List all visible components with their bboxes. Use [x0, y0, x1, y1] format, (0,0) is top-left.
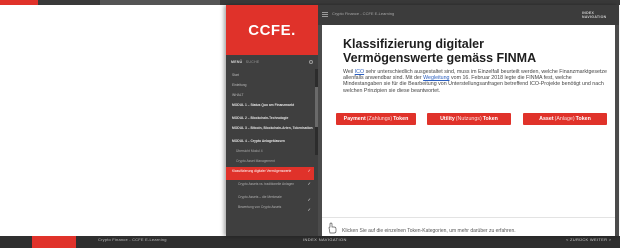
ico-link[interactable]: ICO — [355, 69, 364, 75]
page-title: Klassifizierung digitaler Vermögenswerte… — [343, 37, 537, 65]
background-index-navigation[interactable]: INDEX NAVIGATION — [303, 237, 347, 242]
payment-token-button[interactable]: Payment (Zahlungs) Token — [336, 113, 416, 125]
instruction-hint: Klicken Sie auf die einzelnen Token-Kate… — [342, 228, 516, 234]
background-prev-next[interactable]: < ZURÜCK WEITER > — [566, 237, 611, 242]
sidebar-item[interactable]: Einleitung — [226, 81, 314, 90]
sidebar-item[interactable]: MODUL 4 – Crypto Anlageklassen — [226, 137, 314, 146]
sidebar-item-label: Bewertung von Crypto Assets — [238, 205, 282, 209]
wegleitung-link[interactable]: Wegleitung — [423, 75, 449, 81]
sidebar-item[interactable]: Klassifizierung digitaler Vermögenswerte… — [226, 167, 314, 180]
sidebar-item-label: Crypto Assets vs. traditionelle Anlagen — [238, 182, 295, 186]
sidebar-item-label: Crypto Asset Management — [236, 159, 275, 163]
sidebar-menu-row: MENÜ SUCHE — [226, 57, 318, 67]
course-window: CCFE. Crypto Finance - CCFE E-Learning I… — [226, 5, 619, 236]
sidebar-item-label: Einleitung — [232, 83, 247, 87]
sidebar-item-label: Klassifizierung digitaler Vermögenswerte — [232, 169, 292, 173]
index-navigation-link[interactable]: INDEX NAVIGATION — [582, 11, 619, 19]
sidebar-item-label: INHALT — [232, 93, 244, 97]
sidebar-item[interactable]: Crypto Asset Management — [226, 157, 314, 166]
sidebar-item-label: MODUL 4 – Crypto Anlageklassen — [232, 139, 285, 143]
token-button-row: Payment (Zahlungs) Token Utility (Nutzun… — [336, 113, 607, 125]
check-icon: ✓ — [307, 197, 311, 202]
main-content: Klassifizierung digitaler Vermögenswerte… — [322, 25, 615, 236]
sidebar-item-label: Übersicht Modul 4 — [236, 149, 263, 153]
sidebar-item[interactable]: Crypto Assets vs. traditionelle Anlagen ✓ — [226, 180, 314, 193]
sidebar-item[interactable]: MODUL 3 – Bitcoin, Blockchain-Arten, Tok… — [226, 124, 314, 137]
sidebar-item-label: MODUL 3 – Bitcoin, Blockchain-Arten, Tok… — [232, 126, 313, 130]
sidebar-item[interactable]: Crypto Assets – die Merkmale ✓ — [226, 193, 314, 202]
background-logo — [32, 236, 76, 248]
sidebar-item-label: Crypto Assets – die Merkmale — [238, 195, 282, 199]
sidebar-item-label: Start — [232, 73, 239, 77]
utility-token-button[interactable]: Utility (Nutzungs) Token — [427, 113, 511, 125]
screen: Crypto Finance - CCFE E-Learning INDEX N… — [0, 0, 620, 248]
search-icon[interactable] — [309, 60, 313, 64]
background-course-title: Crypto Finance - CCFE E-Learning — [98, 237, 167, 242]
menu-label[interactable]: MENÜ SUCHE — [231, 60, 260, 64]
sidebar-item[interactable]: MODUL 2 – Blockchain-Technologie — [226, 114, 314, 123]
intro-paragraph: Weil ICO sehr unterschiedlich ausgestalt… — [343, 69, 607, 94]
sidebar-item[interactable]: Start — [226, 71, 314, 80]
sidebar-item[interactable]: MODUL 1 – Status Quo am Finanzmarkt — [226, 101, 314, 114]
course-title: Crypto Finance - CCFE E-Learning — [332, 11, 395, 16]
divider — [322, 217, 615, 218]
asset-token-button[interactable]: Asset (Anlage) Token — [523, 113, 607, 125]
pointing-hand-icon — [328, 222, 337, 234]
sidebar: MENÜ SUCHE Start Einleitung INHALT MODUL 1 … — [226, 55, 318, 236]
ccfe-logo: CCFE. — [226, 5, 318, 55]
sidebar-item-label: MODUL 1 – Status Quo am Finanzmarkt — [232, 103, 295, 107]
sidebar-item-label: MODUL 2 – Blockchain-Technologie — [232, 116, 289, 120]
check-icon: ✓ — [307, 181, 311, 186]
check-icon: ✓ — [307, 207, 311, 212]
check-icon: ✓ — [307, 168, 311, 173]
sidebar-item[interactable]: Bewertung von Crypto Assets ✓ — [226, 203, 314, 212]
hamburger-menu-icon[interactable] — [322, 12, 328, 17]
sidebar-item[interactable]: Übersicht Modul 4 — [226, 147, 314, 156]
sidebar-scrollbar[interactable] — [315, 69, 318, 155]
sidebar-item[interactable]: INHALT — [226, 91, 314, 100]
